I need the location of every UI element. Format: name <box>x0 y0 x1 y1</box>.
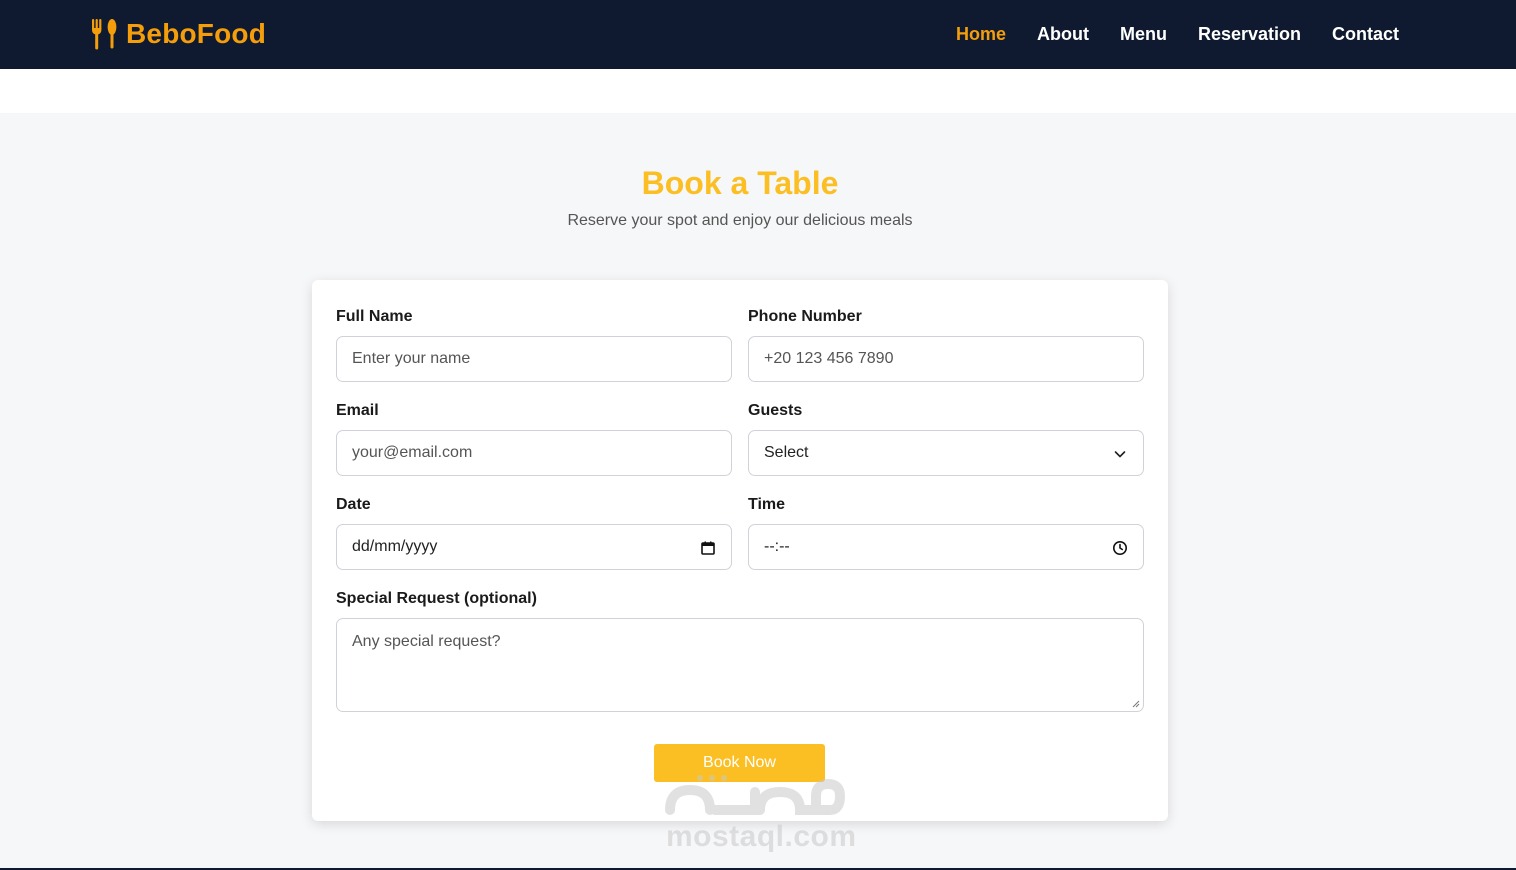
nav-link-contact[interactable]: Contact <box>1332 22 1399 46</box>
date-display: dd/mm/yyyy <box>352 538 438 555</box>
brand-name: BeboFood <box>126 18 267 49</box>
mostaql-watermark: mostaql.com <box>660 770 860 860</box>
resize-handle-icon[interactable] <box>1132 700 1140 708</box>
full-name-field <box>336 336 732 382</box>
brand-logo[interactable]: BeboFood <box>90 16 266 52</box>
time-display: --:-- <box>764 538 790 555</box>
fork-spoon-icon <box>92 19 117 50</box>
nav-link-home[interactable]: Home <box>956 22 1006 46</box>
header-spacer <box>0 69 1516 113</box>
calendar-icon[interactable] <box>699 539 717 557</box>
phone-input[interactable] <box>749 337 1143 381</box>
nav-link-menu[interactable]: Menu <box>1120 22 1167 46</box>
guests-label: Guests <box>748 402 803 419</box>
phone-label: Phone Number <box>748 308 862 325</box>
nav-link-reservation[interactable]: Reservation <box>1198 22 1301 46</box>
chevron-down-icon <box>1114 451 1126 458</box>
email-field <box>336 430 732 476</box>
top-navbar: BeboFood Home About Menu Reservation Con… <box>0 0 1516 69</box>
special-request-textarea[interactable] <box>337 619 1143 711</box>
special-request-label: Special Request (optional) <box>336 590 537 607</box>
date-input[interactable]: dd/mm/yyyy <box>336 524 732 570</box>
time-input[interactable]: --:-- <box>748 524 1144 570</box>
email-label: Email <box>336 402 379 419</box>
watermark-logo-graphic <box>665 775 846 815</box>
nav-link-about[interactable]: About <box>1037 22 1089 46</box>
section-title: Book a Table <box>641 165 839 201</box>
reservation-form: Full Name Phone Number Email Guests Sele… <box>312 280 1168 821</box>
section-subtitle: Reserve your spot and enjoy our deliciou… <box>567 212 913 229</box>
phone-field <box>748 336 1144 382</box>
guests-select[interactable]: Select <box>748 430 1144 476</box>
watermark-text: mostaql.com <box>666 820 857 853</box>
main-nav: Home About Menu Reservation Contact <box>956 22 1399 46</box>
date-label: Date <box>336 496 371 513</box>
time-label: Time <box>748 496 786 513</box>
full-name-input[interactable] <box>337 337 731 381</box>
email-input[interactable] <box>337 431 731 475</box>
special-request-field <box>336 618 1144 712</box>
guests-selected-value: Select <box>764 444 809 461</box>
full-name-label: Full Name <box>336 308 413 325</box>
clock-icon[interactable] <box>1111 539 1129 557</box>
